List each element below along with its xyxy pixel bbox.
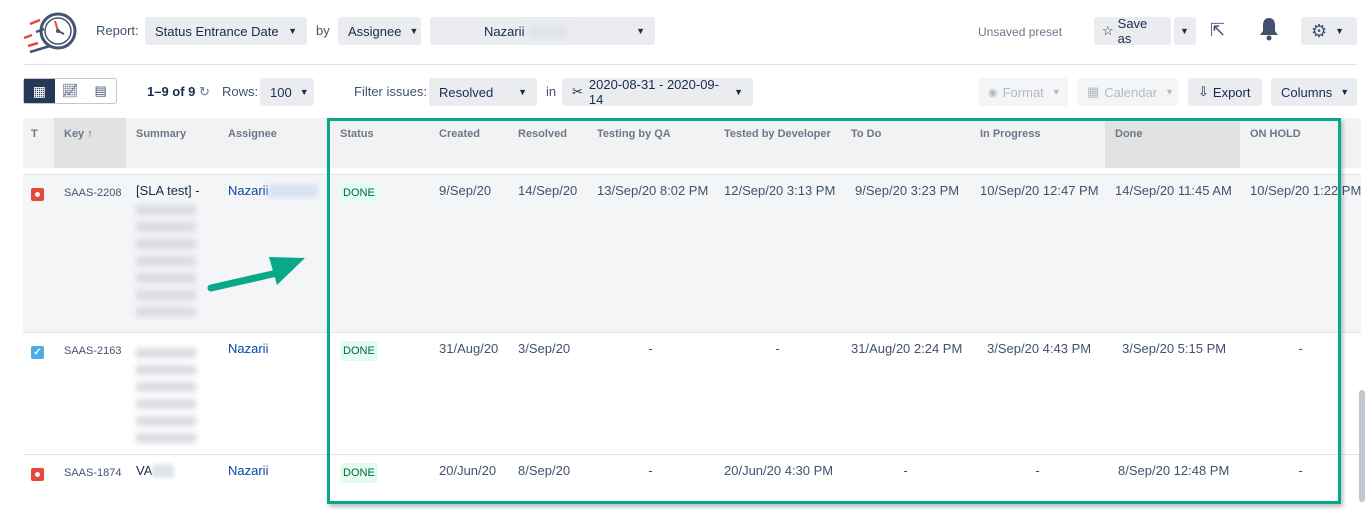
highlight-box xyxy=(327,118,1341,504)
group-value: Assignee xyxy=(348,23,402,39)
chevron-down-icon: ▼ xyxy=(299,87,309,97)
scissors-icon: ✂ xyxy=(572,84,583,99)
column-header-assignee[interactable]: Assignee xyxy=(218,118,330,168)
chevron-down-icon: ▼ xyxy=(518,87,527,97)
column-header-key[interactable]: Key ↑ xyxy=(54,118,126,168)
export-button[interactable]: ⇩ Export xyxy=(1188,78,1262,106)
issue-key[interactable]: SAAS-2163 xyxy=(64,341,126,357)
report-value: Status Entrance Date xyxy=(155,23,279,39)
arrow-annotation xyxy=(205,253,310,301)
share-icon[interactable]: ⇱ xyxy=(1210,20,1225,41)
column-header-type[interactable]: T xyxy=(23,118,54,168)
eye-icon: ◉ xyxy=(988,86,998,99)
format-button[interactable]: ◉ Format ▼ xyxy=(978,78,1068,106)
format-label: Format xyxy=(1002,84,1044,100)
date-range-select[interactable]: ✂ 2020-08-31 - 2020-09-14 ▼ xyxy=(562,77,753,107)
chart-view-icon[interactable]: 📈︎ xyxy=(55,79,86,103)
settings-button[interactable]: ⚙ ▼ xyxy=(1301,17,1357,45)
calendar-icon: ▦ xyxy=(1087,84,1100,99)
user-select[interactable]: Nazarii ▼ xyxy=(430,17,655,45)
report-label: Report: xyxy=(96,23,139,38)
assignee-link[interactable]: Nazarii xyxy=(228,341,268,356)
chevron-down-icon: ▼ xyxy=(1165,87,1174,97)
filter-label: Filter issues: xyxy=(354,84,427,99)
rows-label: Rows: xyxy=(222,84,259,99)
issue-key[interactable]: SAAS-2208 xyxy=(64,183,126,199)
save-as-label: Save as xyxy=(1117,16,1148,46)
cloud-download-icon: ⇩ xyxy=(1198,84,1209,99)
panel-view-icon[interactable]: ▤ xyxy=(85,79,116,103)
chevron-down-icon: ▼ xyxy=(1335,26,1345,36)
bug-icon xyxy=(31,467,44,481)
bug-icon xyxy=(31,187,44,201)
chevron-down-icon: ▼ xyxy=(409,26,419,36)
columns-label: Columns xyxy=(1281,84,1333,100)
group-by-select[interactable]: Assignee ▼ xyxy=(338,17,421,45)
user-value: Nazarii xyxy=(484,23,525,39)
by-label: by xyxy=(316,23,330,38)
grid-view-icon[interactable]: ▦ xyxy=(24,79,55,103)
issue-summary[interactable]: [SLA test] - xyxy=(136,183,200,198)
view-switcher: ▦ 📈︎ ▤ xyxy=(23,78,117,104)
chevron-down-icon: ▼ xyxy=(734,87,743,97)
export-label: Export xyxy=(1212,84,1251,100)
chevron-down-icon: ▼ xyxy=(288,26,297,36)
report-select[interactable]: Status Entrance Date ▼ xyxy=(145,17,307,45)
vertical-scrollbar[interactable] xyxy=(1359,390,1365,502)
columns-button[interactable]: Columns ▼ xyxy=(1271,78,1357,106)
star-icon: ☆ xyxy=(1102,23,1114,38)
rows-value: 100 xyxy=(270,84,292,100)
caret-down-icon: ▼ xyxy=(636,26,645,36)
in-label: in xyxy=(546,84,557,99)
task-checkbox-icon: ✓ xyxy=(31,345,44,359)
app-logo xyxy=(20,10,80,56)
calendar-label: Calendar xyxy=(1104,84,1158,100)
chevron-down-icon: ▼ xyxy=(1340,87,1350,97)
refresh-icon[interactable]: ↻ xyxy=(199,84,210,99)
divider xyxy=(23,64,1357,65)
issue-count: 1–9 of 9 ↻ xyxy=(147,84,210,99)
bell-icon[interactable] xyxy=(1258,16,1280,45)
gear-icon: ⚙ xyxy=(1311,20,1328,41)
chevron-down-icon: ▼ xyxy=(1180,26,1189,36)
filter-value: Resolved xyxy=(439,84,494,100)
save-as-dropdown[interactable]: ▼ xyxy=(1174,17,1196,45)
save-as-button[interactable]: ☆ Save as xyxy=(1094,16,1171,46)
issue-summary[interactable]: VA xyxy=(136,463,152,478)
unsaved-preset: Unsaved preset xyxy=(978,25,1063,39)
chevron-down-icon: ▼ xyxy=(1051,87,1061,97)
date-range-value: 2020-08-31 - 2020-09-14 xyxy=(588,77,719,107)
rows-select[interactable]: 100 ▼ xyxy=(260,78,314,106)
column-header-summary[interactable]: Summary xyxy=(126,118,218,168)
calendar-button[interactable]: ▦ Calendar ▼ xyxy=(1077,78,1178,106)
assignee-link[interactable]: Nazarii xyxy=(228,183,268,198)
issue-key[interactable]: SAAS-1874 xyxy=(64,463,126,479)
assignee-link[interactable]: Nazarii xyxy=(228,463,268,478)
filter-select[interactable]: Resolved ▼ xyxy=(429,78,537,106)
